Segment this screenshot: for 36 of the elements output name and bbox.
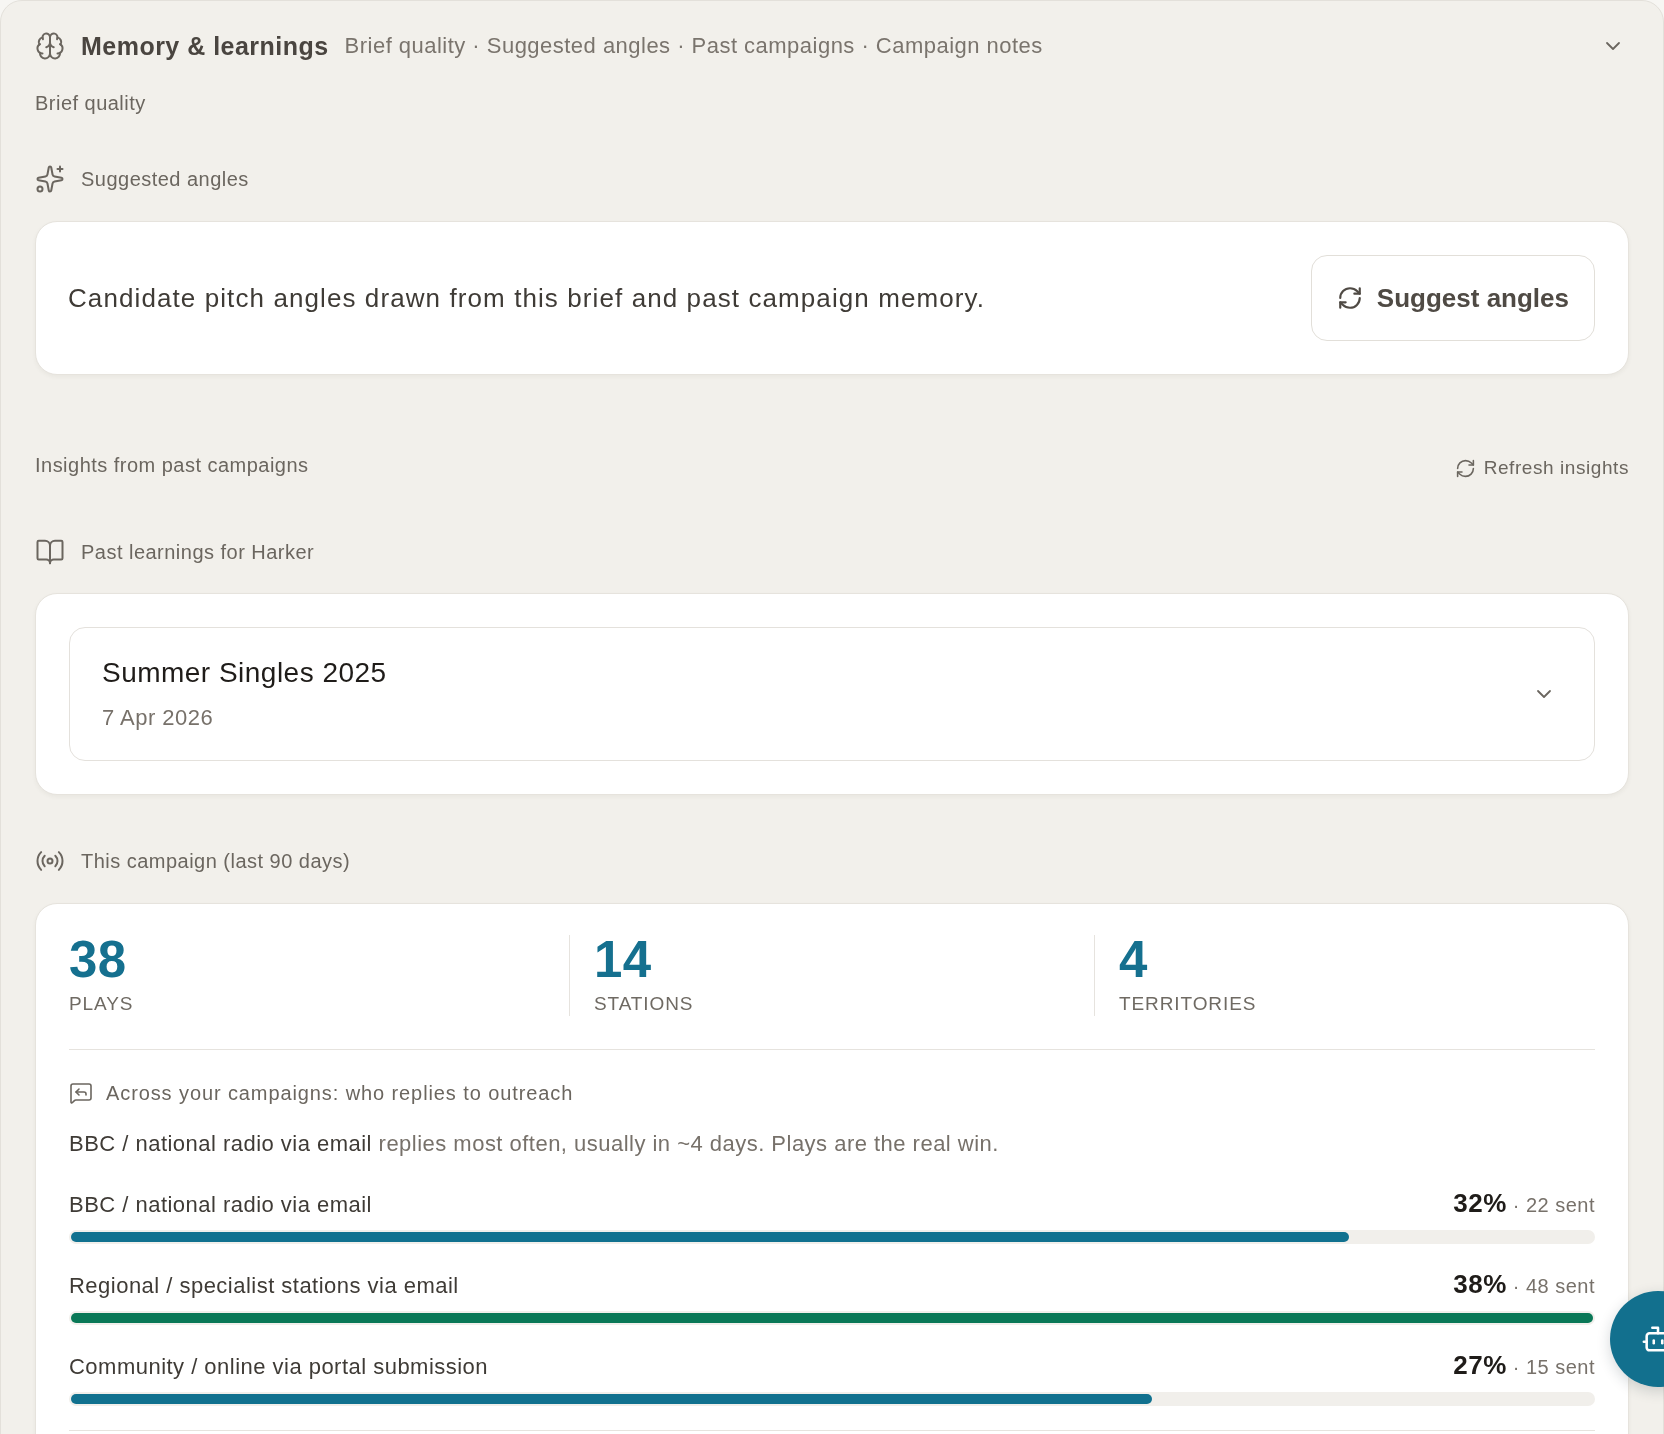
panel-title: Memory & learnings [81, 31, 329, 61]
stat-label: STATIONS [594, 992, 694, 1016]
stat-label: TERRITORIES [1119, 992, 1257, 1016]
stat-value: 14 [594, 935, 652, 985]
channel-name: BBC / national radio via email [69, 1191, 372, 1219]
replies-summary: BBC / national radio via email replies most often, usually in ~4 days. Plays are the real win. [69, 1130, 1000, 1158]
reply-rate: 32% [1453, 1189, 1507, 1217]
sent-count: · 15 sent [1512, 1355, 1595, 1380]
channel-name: Community / online via portal submission [69, 1353, 489, 1381]
sparkle-icon [35, 164, 65, 194]
section-label: Brief quality [35, 91, 146, 115]
refresh-insights-link[interactable]: Refresh insights [1454, 457, 1629, 479]
sent-count: · 22 sent [1512, 1193, 1595, 1218]
section-summary: Brief quality · Suggested angles · Past campaigns · Campaign notes [344, 33, 1043, 59]
replies-heading: Across your campaigns: who replies to outreach [106, 1081, 574, 1105]
brain-icon [35, 31, 65, 61]
message-reply-icon [69, 1081, 93, 1105]
section-label: Suggested angles [81, 167, 249, 191]
stat-value: 4 [1119, 935, 1148, 985]
section-label: Past learnings for Harker [81, 540, 315, 564]
stat-label: PLAYS [69, 992, 134, 1016]
card-description: Candidate pitch angles drawn from this brief and past campaign memory. [68, 282, 986, 314]
stat-value: 38 [69, 935, 127, 985]
sent-count: · 48 sent [1512, 1274, 1595, 1299]
book-icon [35, 537, 65, 567]
section-label: This campaign (last 90 days) [81, 849, 351, 873]
campaign-date: 7 Apr 2026 [102, 704, 214, 732]
refresh-icon [1454, 457, 1476, 479]
campaign-item[interactable]: Summer Singles 2025 7 Apr 2026 [69, 627, 1595, 761]
reply-rate: 27% [1453, 1351, 1507, 1379]
reply-rate: 38% [1453, 1270, 1507, 1298]
refresh-icon [1336, 285, 1363, 311]
section-label: Insights from past campaigns [35, 453, 309, 477]
campaign-title: Summer Singles 2025 [102, 656, 387, 690]
suggest-angles-button[interactable]: Suggest angles [1310, 255, 1595, 341]
channel-name: Regional / specialist stations via email [69, 1272, 459, 1300]
